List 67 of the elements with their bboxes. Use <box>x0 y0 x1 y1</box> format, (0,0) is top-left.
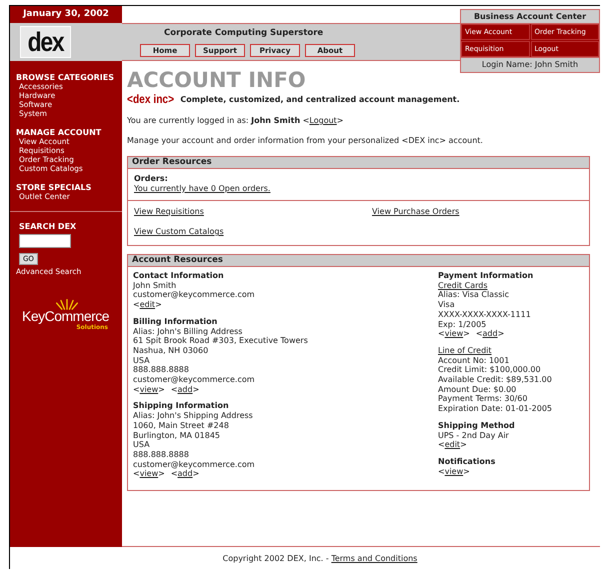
dex-logo[interactable]: dex <box>20 26 72 58</box>
info-text: customer@keycommerce.com <box>133 375 256 385</box>
info-text: 1060, Main Street #248 <box>133 420 230 431</box>
dex-inc-logo: <dex inc> <box>127 92 174 106</box>
login-name: Login Name: John Smith <box>461 57 599 71</box>
info-text: 61 Spit Brook Road #303, Executive Towers <box>133 336 309 346</box>
info-text: Available Credit: $89,531.00 <box>438 375 552 385</box>
search-field[interactable] <box>19 234 71 248</box>
store-tagline: Corporate Computing Superstore <box>163 28 324 38</box>
info-text: John Smith <box>133 280 178 290</box>
info-text: UPS - 2nd Day Air <box>438 430 510 440</box>
section-heading: Contact Information <box>133 271 225 281</box>
info-text: Alias: John's Billing Address <box>133 326 244 336</box>
panel-heading: Order Resources <box>128 157 589 169</box>
order-link[interactable]: View Purchase Orders <box>372 207 583 217</box>
sidebar-heading: BROWSE CATEGORIES <box>16 73 115 82</box>
info-text: customer@keycommerce.com <box>133 290 256 300</box>
section-heading: Payment Information <box>438 271 534 281</box>
login-status-text: You are currently logged in as: John Smith <Logout> <box>127 116 344 126</box>
logout-link[interactable]: Logout <box>309 116 337 125</box>
action-link[interactable]: <view> <box>133 384 165 394</box>
sun-rays-icon <box>54 298 80 310</box>
action-link[interactable]: <view> <box>438 466 470 476</box>
info-text: Alias: John's Shipping Address <box>133 411 254 421</box>
date-label: January 30, 2002 <box>10 6 122 23</box>
section-link[interactable]: Credit Cards <box>438 280 488 290</box>
section-heading: Billing Information <box>133 316 218 327</box>
info-text: 888.888.8888 <box>133 365 190 376</box>
order-link[interactable]: View Custom Catalogs <box>134 227 372 237</box>
action-link[interactable]: <add> <box>170 469 200 480</box>
panel-heading: Account Resources <box>128 255 589 267</box>
info-text: customer@keycommerce.com <box>133 460 256 470</box>
brand-slogan: Complete, customized, and centralized account management. <box>180 94 460 104</box>
action-link[interactable]: <edit> <box>133 300 162 310</box>
info-text: Credit Limit: $100,000.00 <box>438 365 542 376</box>
section-heading: Shipping Information <box>133 401 230 412</box>
open-orders-link[interactable]: You currently have 0 Open orders. <box>134 184 583 194</box>
action-link[interactable]: <edit> <box>438 440 467 450</box>
sidebar-heading: STORE SPECIALS <box>16 183 92 192</box>
info-text: USA <box>133 440 151 450</box>
copyright-text: Copyright 2002 DEX, Inc. - Terms and Conditions <box>222 554 418 562</box>
info-text: Amount Due: $0.00 <box>438 384 518 394</box>
info-text: Account No: 1001 <box>438 356 510 366</box>
info-text: XXXX-XXXX-XXXX-1111 <box>438 310 532 320</box>
action-link[interactable]: <view> <box>438 329 470 339</box>
info-text: USA <box>133 356 151 366</box>
intro-text: Manage your account and order information from your personalized <DEX inc> account. <box>127 136 484 146</box>
info-text: Exp: 1/2005 <box>438 320 488 330</box>
info-text: Alias: Visa Classic <box>438 290 510 300</box>
action-link[interactable]: <add> <box>170 384 200 394</box>
info-text: Expiration Date: 01-01-2005 <box>438 404 552 414</box>
order-link[interactable]: View Requisitions <box>134 207 372 217</box>
orders-label: Orders: <box>134 174 169 184</box>
search-heading: SEARCH DEX <box>19 222 76 231</box>
section-heading: Notifications <box>438 456 496 467</box>
info-text: Burlington, MA 01845 <box>133 430 221 440</box>
sidebar-heading: MANAGE ACCOUNT <box>16 128 102 137</box>
info-text: Payment Terms: 30/60 <box>438 394 528 404</box>
terms-link[interactable]: Terms and Conditions <box>331 554 418 562</box>
page-title: ACCOUNT INFO <box>127 69 307 91</box>
info-text: Nashua, NH 03060 <box>133 346 210 356</box>
section-heading: Shipping Method <box>438 420 516 431</box>
info-text: Visa <box>438 300 456 310</box>
action-link[interactable]: <view> <box>133 469 165 480</box>
info-text: 888.888.8888 <box>133 450 190 460</box>
section-link[interactable]: Line of Credit <box>438 346 492 355</box>
action-link[interactable]: <add> <box>476 329 504 339</box>
